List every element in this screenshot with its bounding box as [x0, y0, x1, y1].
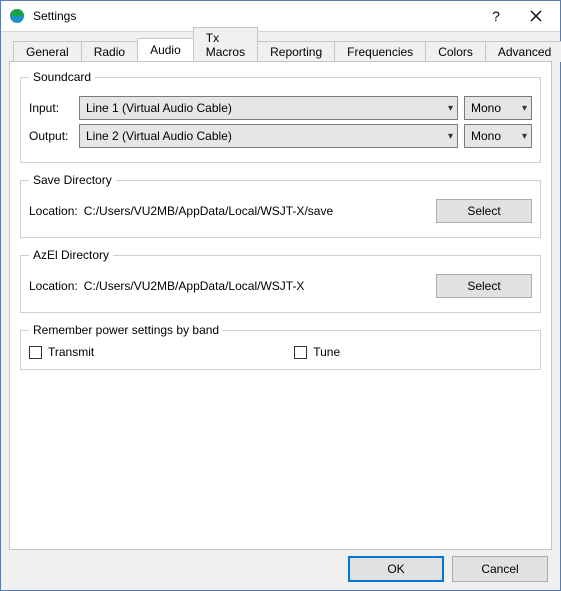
row-save-location: Location: C:/Users/VU2MB/AppData/Local/W… — [29, 199, 532, 223]
checkbox-label: Transmit — [48, 345, 94, 359]
tab-panel-audio: Soundcard Input: Line 1 (Virtual Audio C… — [9, 61, 552, 550]
row-output: Output: Line 2 (Virtual Audio Cable) ▾ M… — [29, 124, 532, 148]
checkbox-label: Tune — [313, 345, 340, 359]
group-legend: Save Directory — [29, 173, 116, 187]
input-channels-combo[interactable]: Mono ▾ — [464, 96, 532, 120]
button-label: Select — [467, 204, 500, 218]
settings-window: Settings ? General Radio Audio Tx Macros… — [0, 0, 561, 591]
checkbox-box-icon — [294, 346, 307, 359]
tab-label: Frequencies — [347, 45, 413, 59]
close-icon — [530, 10, 542, 22]
location-label: Location: — [29, 204, 78, 218]
group-soundcard: Soundcard Input: Line 1 (Virtual Audio C… — [20, 70, 541, 163]
help-button[interactable]: ? — [476, 2, 516, 30]
row-azel-location: Location: C:/Users/VU2MB/AppData/Local/W… — [29, 274, 532, 298]
group-save-directory: Save Directory Location: C:/Users/VU2MB/… — [20, 173, 541, 238]
output-channels-combo[interactable]: Mono ▾ — [464, 124, 532, 148]
combo-value: Mono — [471, 101, 501, 115]
tab-reporting[interactable]: Reporting — [257, 41, 335, 62]
save-location-value: C:/Users/VU2MB/AppData/Local/WSJT-X/save — [84, 204, 430, 218]
dialog-footer: OK Cancel — [348, 556, 548, 582]
tab-label: Advanced — [498, 45, 551, 59]
tab-label: Colors — [438, 45, 473, 59]
tab-strip: General Radio Audio Tx Macros Reporting … — [9, 37, 552, 61]
tab-label: Reporting — [270, 45, 322, 59]
group-legend: Soundcard — [29, 70, 95, 84]
button-label: Select — [467, 279, 500, 293]
tab-radio[interactable]: Radio — [81, 41, 138, 62]
app-icon — [9, 8, 25, 24]
tune-checkbox[interactable]: Tune — [294, 345, 340, 359]
group-legend: AzEl Directory — [29, 248, 113, 262]
tab-label: Tx Macros — [206, 31, 245, 59]
chevron-down-icon: ▾ — [448, 131, 453, 142]
tab-txmacros[interactable]: Tx Macros — [193, 27, 258, 62]
output-device-combo[interactable]: Line 2 (Virtual Audio Cable) ▾ — [79, 124, 458, 148]
tab-audio[interactable]: Audio — [137, 38, 194, 61]
tab-frequencies[interactable]: Frequencies — [334, 41, 426, 62]
tab-colors[interactable]: Colors — [425, 41, 486, 62]
group-legend: Remember power settings by band — [29, 323, 223, 337]
group-power-settings: Remember power settings by band Transmit… — [20, 323, 541, 370]
titlebar: Settings ? — [1, 1, 560, 32]
combo-value: Line 2 (Virtual Audio Cable) — [86, 129, 232, 143]
chevron-down-icon: ▾ — [448, 103, 453, 114]
group-azel-directory: AzEl Directory Location: C:/Users/VU2MB/… — [20, 248, 541, 313]
window-title: Settings — [33, 9, 476, 23]
save-select-button[interactable]: Select — [436, 199, 532, 223]
cancel-button[interactable]: Cancel — [452, 556, 548, 582]
button-label: Cancel — [481, 562, 518, 576]
tab-label: General — [26, 45, 69, 59]
transmit-checkbox[interactable]: Transmit — [29, 345, 94, 359]
button-label: OK — [387, 562, 404, 576]
client-area: General Radio Audio Tx Macros Reporting … — [9, 31, 552, 550]
ok-button[interactable]: OK — [348, 556, 444, 582]
azel-location-value: C:/Users/VU2MB/AppData/Local/WSJT-X — [84, 279, 430, 293]
close-button[interactable] — [516, 2, 556, 30]
output-label: Output: — [29, 129, 73, 143]
azel-select-button[interactable]: Select — [436, 274, 532, 298]
chevron-down-icon: ▾ — [522, 131, 527, 142]
input-label: Input: — [29, 101, 73, 115]
combo-value: Mono — [471, 129, 501, 143]
input-device-combo[interactable]: Line 1 (Virtual Audio Cable) ▾ — [79, 96, 458, 120]
row-input: Input: Line 1 (Virtual Audio Cable) ▾ Mo… — [29, 96, 532, 120]
location-label: Location: — [29, 279, 78, 293]
checkbox-box-icon — [29, 346, 42, 359]
power-checkbox-row: Transmit Tune — [29, 345, 532, 359]
tab-label: Radio — [94, 45, 125, 59]
chevron-down-icon: ▾ — [522, 103, 527, 114]
tab-label: Audio — [150, 43, 181, 57]
tab-general[interactable]: General — [13, 41, 82, 62]
combo-value: Line 1 (Virtual Audio Cable) — [86, 101, 232, 115]
tab-advanced[interactable]: Advanced — [485, 41, 561, 62]
